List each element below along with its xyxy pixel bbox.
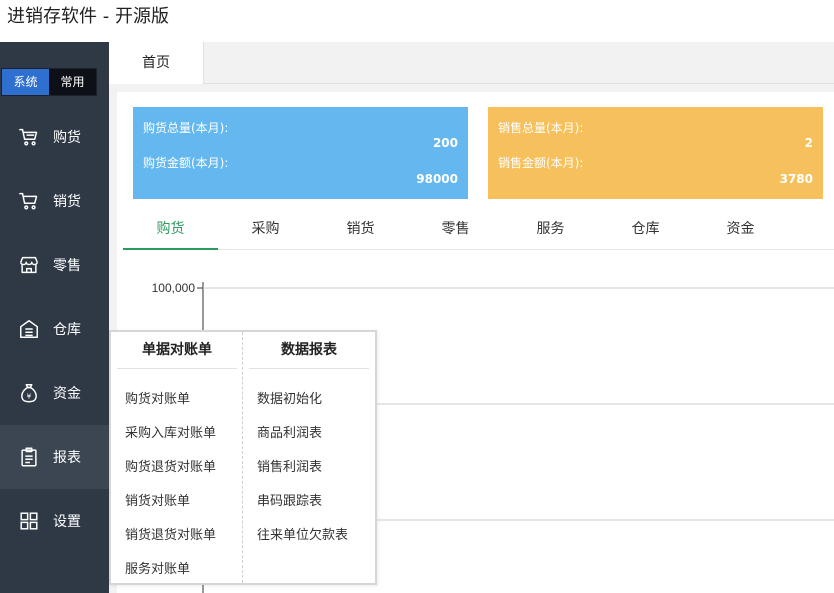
svg-text:¥: ¥ [27,392,32,401]
sidebar-item-label: 仓库 [53,322,81,338]
subtab-sales[interactable]: 销货 [313,212,408,250]
menu-item-procurement-inbound-statement[interactable]: 采购入库对账单 [125,422,216,441]
money-bag-icon: ¥ [21,384,37,403]
cart-icon [19,128,38,146]
tab-home[interactable]: 首页 [109,42,204,84]
cart-icon [19,192,38,210]
purchase-total-label: 购货总量(本月): [143,121,229,135]
subtab-purchase[interactable]: 购货 [123,212,218,250]
tab-strip: 首页 [109,42,834,84]
data-report-column-header: 数据报表 [249,332,369,369]
subtab-service[interactable]: 服务 [503,212,598,250]
store-icon [20,256,38,274]
data-report-column: 数据报表 数据初始化 商品利润表 销售利润表 串码跟踪表 往来单位欠款表 [243,332,375,583]
menu-item-purchase-statement[interactable]: 购货对账单 [125,388,190,407]
subtab-retail[interactable]: 零售 [408,212,503,250]
sidebar-item-settings[interactable]: 设置 [0,489,109,553]
sidebar-item-warehouse[interactable]: 仓库 [0,297,109,361]
statement-column: 单据对账单 购货对账单 采购入库对账单 购货退货对账单 销货对账单 销货退货对账… [111,332,243,583]
sidebar-item-label: 报表 [53,450,81,466]
menu-item-sales-return-statement[interactable]: 销货退货对账单 [125,524,216,543]
menu-item-purchase-return-statement[interactable]: 购货退货对账单 [125,456,216,475]
menu-item-sales-statement[interactable]: 销货对账单 [125,490,190,509]
app-title: 进销存软件 - 开源版 [0,0,834,42]
subtab-funds[interactable]: 资金 [693,212,788,250]
sales-amount-value: 3780 [779,172,813,186]
dashboard-subtabs: 购货 采购 销货 零售 服务 仓库 资金 [123,212,834,250]
menu-item-data-init[interactable]: 数据初始化 [257,388,322,407]
purchase-total-value: 200 [432,136,458,150]
purchase-stat-card: 购货总量(本月): 200 购货金额(本月): 98000 [133,107,468,199]
purchase-amount-value: 98000 [416,172,458,186]
sidebar-item-sales[interactable]: 销货 [0,169,109,233]
menu-item-serial-tracking[interactable]: 串码跟踪表 [257,490,322,509]
reports-dropdown: 单据对账单 购货对账单 采购入库对账单 购货退货对账单 销货对账单 销货退货对账… [109,330,377,585]
purchase-amount-label: 购货金额(本月): [143,156,229,170]
sidebar-item-label: 资金 [53,386,81,402]
sidebar-item-funds[interactable]: ¥ 资金 [0,361,109,425]
mode-system-button[interactable]: 系统 [2,69,49,95]
sidebar-item-label: 购货 [53,130,81,146]
sales-amount-label: 销售金额(本月): [498,156,584,170]
warehouse-icon [20,320,38,338]
sidebar-item-label: 设置 [53,514,81,530]
menu-item-service-statement[interactable]: 服务对账单 [125,558,190,577]
grid-icon [20,512,38,530]
sidebar-item-reports[interactable]: 报表 [0,425,109,489]
subtab-procurement[interactable]: 采购 [218,212,313,250]
subtab-warehouse[interactable]: 仓库 [598,212,693,250]
mode-common-button[interactable]: 常用 [49,69,96,95]
sidebar-item-label: 零售 [53,258,81,274]
sidebar-item-purchase[interactable]: 购货 [0,105,109,169]
menu-item-product-profit[interactable]: 商品利润表 [257,422,322,441]
statement-column-header: 单据对账单 [117,332,237,369]
clipboard-icon [21,447,37,467]
chart-y-tick-label: 100,000 [152,282,196,295]
menu-item-sales-profit[interactable]: 销售利润表 [257,456,322,475]
menu-item-partner-debt[interactable]: 往来单位欠款表 [257,524,348,543]
sidebar-item-label: 销货 [53,194,81,210]
sales-total-label: 销售总量(本月): [498,121,584,135]
sales-total-value: 2 [804,136,813,150]
mode-switch: 系统 常用 [1,68,97,96]
sidebar: 系统 常用 购货 销货 零售 仓库 ¥ 资金 报表 设置 [0,42,109,593]
sidebar-item-retail[interactable]: 零售 [0,233,109,297]
sales-stat-card: 销售总量(本月): 2 销售金额(本月): 3780 [488,107,823,199]
